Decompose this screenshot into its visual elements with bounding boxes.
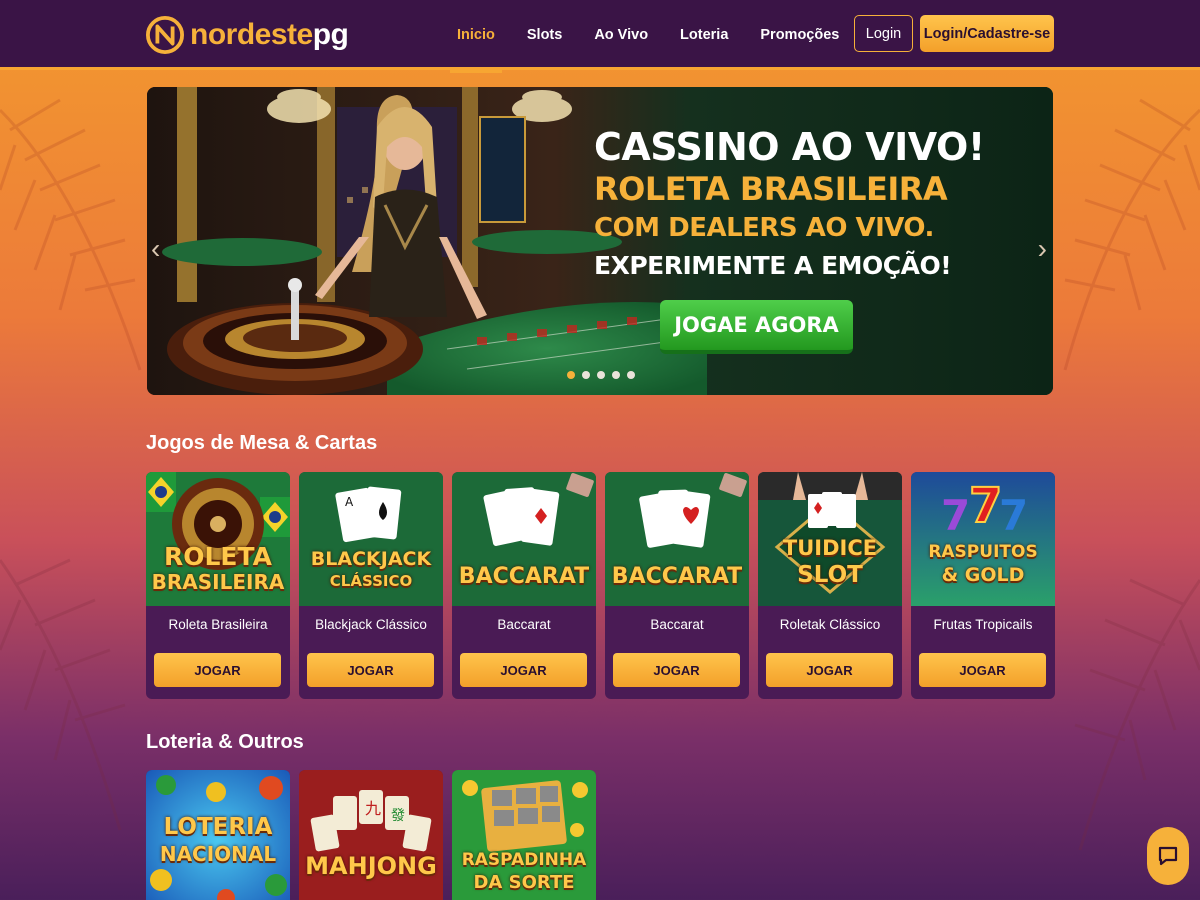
- banner-headline: CASSINO AO VIVO! ROLETA BRASILEIRA COM D…: [594, 125, 1024, 285]
- play-button[interactable]: JOGAR: [613, 653, 740, 687]
- game-thumb-subtitle: CLÁSSICO: [329, 572, 413, 590]
- game-thumb-title: BACCARAT: [611, 564, 743, 589]
- game-card-name: Baccarat: [497, 616, 551, 632]
- game-card-name: Blackjack Clássico: [315, 616, 427, 632]
- brand-name: nordestepg: [190, 18, 349, 51]
- play-button[interactable]: JOGAR: [919, 653, 1046, 687]
- game-thumbnail: BACCARAT: [452, 472, 596, 606]
- game-thumb-subtitle: & GOLD: [941, 564, 1025, 586]
- game-card-baccarat[interactable]: BACCARAT Baccarat JOGAR: [605, 472, 749, 699]
- nav-item-loteria[interactable]: Loteria: [673, 0, 735, 70]
- game-thumbnail: A BLACKJACK CLÁSSICO: [299, 472, 443, 606]
- game-card-blackjack-classico[interactable]: A BLACKJACK CLÁSSICO Blackjack Clássico …: [299, 472, 443, 699]
- game-card-name: Roleta Brasileira: [168, 616, 268, 632]
- game-thumb-title: ROLETA: [164, 542, 272, 571]
- game-thumb-title: RASPADINHA: [461, 850, 587, 870]
- palm-leaf-decoration: [1074, 578, 1200, 851]
- game-thumb-subtitle: BRASILEIRA: [151, 570, 285, 594]
- game-card-name: Baccarat: [650, 616, 704, 632]
- carousel-dot[interactable]: [567, 371, 575, 379]
- nav-item-inicio[interactable]: Inicio: [450, 0, 502, 73]
- palm-leaf-decoration: [0, 558, 126, 831]
- chat-support-button[interactable]: [1147, 827, 1189, 885]
- banner-line-1: CASSINO AO VIVO!: [594, 125, 985, 169]
- palm-leaf-decoration: [0, 98, 142, 371]
- nav-item-slots[interactable]: Slots: [520, 0, 569, 70]
- hero-banner[interactable]: CASSINO AO VIVO! ROLETA BRASILEIRA COM D…: [147, 87, 1053, 395]
- banner-cta-button[interactable]: JOGAE AGORA: [660, 300, 853, 354]
- top-navbar: nordestepg Inicio Slots Ao Vivo Loteria …: [0, 0, 1200, 73]
- game-card-roleta-brasileira[interactable]: ROLETA BRASILEIRA Roleta Brasileira JOGA…: [146, 472, 290, 699]
- game-thumbnail: RASPADINHA DA SORTE: [452, 770, 596, 900]
- game-thumbnail: ROLETA BRASILEIRA: [146, 472, 290, 606]
- game-card-mahjong[interactable]: 九 發 MAHJONG: [299, 770, 443, 900]
- carousel-dot[interactable]: [612, 371, 620, 379]
- svg-text:7: 7: [941, 491, 970, 540]
- game-thumbnail: 九 發 MAHJONG: [299, 770, 443, 900]
- svg-text:A: A: [345, 495, 354, 509]
- nav-item-promocoes[interactable]: Promoções: [753, 0, 846, 70]
- chevron-right-icon[interactable]: ›: [1038, 233, 1047, 265]
- banner-line-4: EXPERIMENTE A EMOÇÃO!: [594, 251, 952, 280]
- game-thumb-title: BLACKJACK: [310, 548, 432, 570]
- section-title-table-games: Jogos de Mesa & Cartas: [146, 432, 378, 454]
- banner-line-3: COM DEALERS AO VIVO.: [594, 213, 934, 243]
- svg-text:7: 7: [969, 478, 1002, 534]
- carousel-dot[interactable]: [597, 371, 605, 379]
- banner-line-2: ROLETA BRASILEIRA: [594, 170, 948, 208]
- game-thumb-subtitle: DA SORTE: [473, 872, 575, 893]
- game-thumb-title: MAHJONG: [305, 852, 437, 880]
- lottery-games-row: LOTERIA NACIONAL 九 發 MAHJONG RASPADINHA …: [146, 770, 596, 900]
- game-thumb-title: BACCARAT: [458, 564, 590, 589]
- game-thumbnail: TUIDICE SLOT: [758, 472, 902, 606]
- carousel-dot[interactable]: [627, 371, 635, 379]
- brand-logo[interactable]: nordestepg: [146, 8, 349, 62]
- game-card-roletak-classico[interactable]: TUIDICE SLOT Roletak Clássico JOGAR: [758, 472, 902, 699]
- game-thumb-subtitle: NACIONAL: [159, 842, 277, 866]
- carousel-dot[interactable]: [582, 371, 590, 379]
- main-nav: Inicio Slots Ao Vivo Loteria Promoções: [450, 0, 846, 73]
- svg-text:7: 7: [999, 491, 1028, 540]
- play-button[interactable]: JOGAR: [307, 653, 434, 687]
- game-thumb-subtitle: SLOT: [797, 562, 863, 588]
- svg-text:九: 九: [365, 799, 381, 818]
- svg-text:發: 發: [391, 808, 405, 824]
- chat-icon: [1158, 846, 1178, 866]
- game-card-name: Roletak Clássico: [779, 616, 881, 632]
- palm-leaf-decoration: [1063, 98, 1200, 371]
- game-thumb-title: LOTERIA: [163, 814, 273, 840]
- table-games-row: ROLETA BRASILEIRA Roleta Brasileira JOGA…: [146, 472, 1055, 699]
- chevron-left-icon[interactable]: ‹: [151, 233, 160, 265]
- game-card-loteria-nacional[interactable]: LOTERIA NACIONAL: [146, 770, 290, 900]
- game-card-name: Frutas Tropicails: [933, 616, 1033, 632]
- game-thumb-title: TUIDICE: [782, 536, 878, 560]
- play-button[interactable]: JOGAR: [460, 653, 587, 687]
- game-thumb-title: RASPUITOS: [928, 542, 1038, 562]
- nav-item-ao-vivo[interactable]: Ao Vivo: [587, 0, 655, 70]
- section-title-lottery: Loteria & Outros: [146, 731, 304, 753]
- game-thumbnail: LOTERIA NACIONAL: [146, 770, 290, 900]
- game-card-baccarat[interactable]: BACCARAT Baccarat JOGAR: [452, 472, 596, 699]
- logo-icon: [146, 16, 184, 54]
- play-button[interactable]: JOGAR: [766, 653, 893, 687]
- login-button[interactable]: Login: [854, 15, 913, 52]
- signup-button[interactable]: Login/Cadastre-se: [920, 15, 1054, 52]
- game-card-frutas-tropicais[interactable]: 7 7 7 RASPUITOS & GOLD Frutas Tropicails…: [911, 472, 1055, 699]
- play-button[interactable]: JOGAR: [154, 653, 281, 687]
- carousel-dots: [567, 371, 635, 379]
- game-thumbnail: 7 7 7 RASPUITOS & GOLD: [911, 472, 1055, 606]
- game-thumbnail: BACCARAT: [605, 472, 749, 606]
- game-card-raspadinha-da-sorte[interactable]: RASPADINHA DA SORTE: [452, 770, 596, 900]
